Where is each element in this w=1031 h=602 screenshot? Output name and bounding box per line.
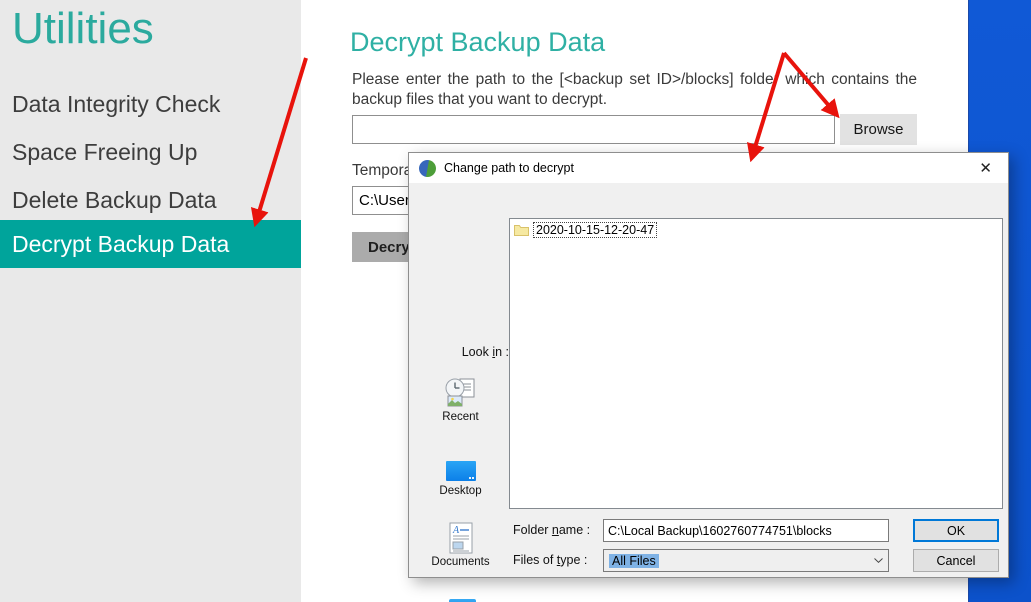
file-list-item[interactable]: 2020-10-15-12-20-47 xyxy=(514,222,658,238)
screen: Utilities Data Integrity Check Space Fre… xyxy=(0,0,1031,602)
this-pc-icon xyxy=(412,593,509,602)
browse-button[interactable]: Browse xyxy=(840,114,917,145)
folder-name-label: Folder name : xyxy=(513,523,590,537)
label-text: ype : xyxy=(560,553,588,567)
label-text: ame : xyxy=(558,523,591,537)
desktop-icon xyxy=(412,449,509,483)
place-label: Documents xyxy=(431,556,490,568)
sidebar-item-decrypt-backup-data[interactable]: Decrypt Backup Data xyxy=(0,220,301,268)
dialog-titlebar: Change path to decrypt ✕ xyxy=(409,153,1008,183)
temp-folder-label: Tempora xyxy=(352,162,413,179)
place-documents[interactable]: A Documents xyxy=(412,520,509,568)
files-of-type-dropdown[interactable]: All Files xyxy=(603,549,889,572)
label-text: Files of xyxy=(513,553,557,567)
documents-icon: A xyxy=(412,520,509,554)
place-recent[interactable]: Recent xyxy=(412,375,509,423)
dialog-title: Change path to decrypt xyxy=(444,161,574,175)
ok-button[interactable]: OK xyxy=(913,519,999,542)
app-pie-icon xyxy=(419,159,436,177)
folder-icon xyxy=(514,225,529,236)
label-text: n : xyxy=(495,345,509,359)
cancel-button[interactable]: Cancel xyxy=(913,549,999,572)
files-of-type-label: Files of type : xyxy=(513,553,587,567)
description-text: Please enter the path to the [<backup se… xyxy=(352,71,917,108)
place-label: Recent xyxy=(442,411,479,423)
sidebar-item-label: Decrypt Backup Data xyxy=(12,231,230,257)
app-title: Utilities xyxy=(12,4,154,53)
change-path-dialog: Change path to decrypt ✕ Look in : block… xyxy=(408,152,1009,602)
sidebar-item-space-freeing-up[interactable]: Space Freeing Up xyxy=(12,139,197,166)
label-accel: n xyxy=(551,523,559,537)
page-title: Decrypt Backup Data xyxy=(350,27,606,57)
svg-text:A: A xyxy=(452,525,460,536)
label-text: Look xyxy=(461,345,493,359)
backup-path-input[interactable] xyxy=(352,115,835,144)
label-text: Folder xyxy=(513,523,552,537)
chevron-down-icon xyxy=(874,558,883,563)
close-icon[interactable]: ✕ xyxy=(973,161,998,176)
place-desktop[interactable]: Desktop xyxy=(412,449,509,497)
file-name: 2020-10-15-12-20-47 xyxy=(533,222,658,238)
recent-icon xyxy=(412,375,509,409)
sidebar: Utilities Data Integrity Check Space Fre… xyxy=(0,0,301,602)
files-of-type-value: All Files xyxy=(609,553,659,568)
place-label: Desktop xyxy=(439,485,482,497)
place-this-pc[interactable]: This PC xyxy=(412,593,509,602)
look-in-label: Look in : xyxy=(409,345,509,359)
sidebar-item-delete-backup-data[interactable]: Delete Backup Data xyxy=(12,187,217,214)
sidebar-item-data-integrity-check[interactable]: Data Integrity Check xyxy=(12,91,220,118)
folder-name-input[interactable] xyxy=(603,519,889,542)
file-list[interactable]: 2020-10-15-12-20-47 xyxy=(509,218,1003,509)
